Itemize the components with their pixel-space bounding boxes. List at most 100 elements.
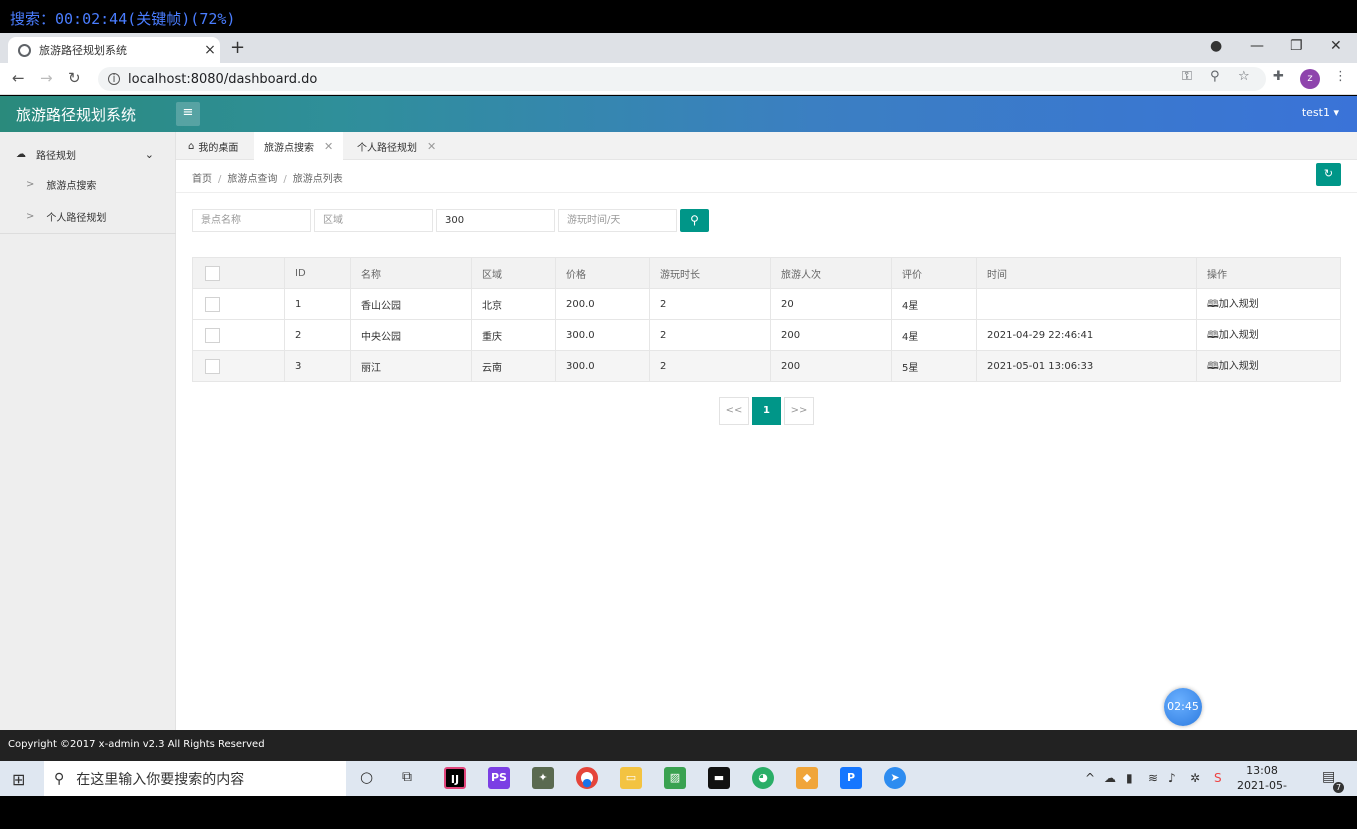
floating-timer[interactable]: 02:45 — [1164, 688, 1202, 726]
breadcrumb-separator: / — [283, 174, 287, 185]
sogou-icon[interactable]: S — [1214, 771, 1222, 785]
restore-button[interactable]: ❐ — [1290, 38, 1303, 54]
add-to-plan-link[interactable]: 🕮加入规划 — [1207, 361, 1259, 372]
browser-tab-strip: 旅游路径规划系统 × + ● — ❐ ✕ — [0, 33, 1357, 63]
sidebar-group-route-planning[interactable]: ☁ 路径规划 ⌄ — [0, 138, 176, 170]
url-field[interactable]: i localhost:8080/dashboard.do — [98, 67, 1266, 91]
footer-copyright: Copyright ©2017 x-admin v2.3 All Rights … — [0, 730, 1357, 761]
tab-my-desktop[interactable]: ⌂ 我的桌面 — [178, 132, 248, 160]
row-checkbox[interactable] — [205, 327, 220, 343]
cell-visits: 200 — [770, 350, 892, 382]
address-bar-row: ← → ↻ i localhost:8080/dashboard.do ⚿ ⚲ … — [0, 63, 1357, 95]
pagination-next[interactable]: >> — [784, 397, 814, 425]
image-app-icon[interactable]: ▨ — [664, 767, 686, 789]
select-all-checkbox[interactable] — [205, 265, 220, 281]
globe-icon — [18, 43, 31, 57]
onedrive-icon[interactable]: ☁ — [1104, 771, 1116, 785]
sidebar-item-label: 旅游点搜索 — [46, 180, 97, 192]
column-header: ID — [284, 257, 351, 289]
table-header-row: ID 名称 区域 价格 游玩时长 旅游人次 评价 时间 操作 — [192, 257, 1341, 289]
tab-search-icon[interactable]: ● — [1210, 38, 1222, 54]
cell-duration: 2 — [649, 319, 771, 351]
sidebar-item-attraction-search[interactable]: > 旅游点搜索 — [0, 168, 176, 200]
breadcrumb-list: 旅游点列表 — [292, 174, 343, 185]
breadcrumb-separator: / — [218, 174, 222, 185]
cell-id: 3 — [284, 350, 351, 382]
attraction-name-input[interactable] — [192, 209, 311, 232]
minimize-button[interactable]: — — [1250, 38, 1264, 54]
divider — [0, 233, 176, 234]
show-hidden-icons-icon[interactable]: ^ — [1085, 771, 1095, 785]
back-arrow-icon[interactable]: ← — [12, 69, 25, 87]
breadcrumb: 首页 / 旅游点查询 / 旅游点列表 — [192, 170, 343, 185]
price-input[interactable] — [436, 209, 555, 232]
p-app-icon[interactable]: P — [840, 767, 862, 789]
wifi-icon[interactable]: ≋ — [1148, 771, 1158, 785]
search-button[interactable]: ⚲ — [680, 209, 709, 232]
more-menu-icon[interactable]: ⋮ — [1334, 69, 1347, 84]
app-diamond-icon[interactable]: ◆ — [796, 767, 818, 789]
key-icon[interactable]: ⚿ — [1182, 69, 1192, 84]
add-to-plan-link[interactable]: 🕮加入规划 — [1207, 330, 1259, 341]
row-checkbox[interactable] — [205, 296, 220, 312]
column-header: 区域 — [471, 257, 556, 289]
play-days-input[interactable] — [558, 209, 677, 232]
file-explorer-icon[interactable]: ▭ — [620, 767, 642, 789]
feishu-icon[interactable]: ➤ — [884, 767, 906, 789]
tab-attraction-search[interactable]: 旅游点搜索 ✕ — [254, 132, 344, 160]
reload-icon[interactable]: ↻ — [68, 69, 81, 87]
close-icon[interactable]: ✕ — [324, 140, 333, 153]
close-tab-icon[interactable]: × — [200, 42, 220, 58]
pagination-current[interactable]: 1 — [752, 397, 781, 425]
task-view-icon[interactable]: ⧉ — [402, 769, 412, 785]
battery-icon[interactable]: ▮ — [1126, 771, 1133, 785]
add-to-plan-link[interactable]: 🕮加入规划 — [1207, 299, 1259, 310]
region-input[interactable] — [314, 209, 433, 232]
divider — [176, 192, 1357, 193]
search-icon: ⚲ — [54, 770, 65, 787]
user-menu[interactable]: test1 ▾ — [1302, 106, 1339, 119]
sidebar-group-label: 路径规划 — [36, 150, 76, 162]
cell-duration: 2 — [649, 288, 771, 320]
info-icon[interactable]: i — [108, 73, 120, 85]
windows-start-icon[interactable]: ⊞ — [12, 770, 25, 789]
column-header: 旅游人次 — [770, 257, 892, 289]
new-tab-button[interactable]: + — [230, 37, 245, 58]
chevron-right-icon: > — [26, 178, 35, 190]
tab-personal-route[interactable]: 个人路径规划 ✕ — [347, 132, 446, 160]
close-icon[interactable]: ✕ — [427, 140, 436, 153]
chevron-down-icon: ⌄ — [144, 147, 154, 161]
wechat-icon[interactable]: ◕ — [752, 767, 774, 789]
zoom-icon[interactable]: ⚲ — [1210, 69, 1220, 84]
terminal-icon[interactable]: ▬ — [708, 767, 730, 789]
cortana-icon[interactable]: ○ — [360, 768, 373, 786]
browser-tab[interactable]: 旅游路径规划系统 × — [8, 37, 220, 63]
menu-toggle-button[interactable]: ≡ — [176, 102, 200, 126]
cell-region: 云南 — [471, 350, 556, 382]
extensions-icon[interactable]: ✚ — [1273, 69, 1284, 84]
breadcrumb-home[interactable]: 首页 — [192, 174, 212, 185]
notification-icon[interactable]: ▤ — [1322, 769, 1335, 785]
checkbox-cell — [192, 288, 285, 320]
taskbar-search-box[interactable]: ⚲ 在这里输入你要搜索的内容 — [44, 761, 346, 796]
intellij-icon[interactable]: IJ — [444, 767, 466, 789]
ime-icon[interactable]: ✲ — [1190, 771, 1200, 785]
phpstorm-icon[interactable]: PS — [488, 767, 510, 789]
volume-icon[interactable]: ♪ — [1168, 771, 1176, 785]
forward-arrow-icon[interactable]: → — [40, 69, 53, 87]
game-app-icon[interactable]: ✦ — [532, 767, 554, 789]
profile-avatar[interactable]: z — [1300, 69, 1320, 89]
row-checkbox[interactable] — [205, 358, 220, 374]
close-window-button[interactable]: ✕ — [1330, 38, 1342, 54]
recording-overlay-text: 搜索：00:02:44(关键帧)(72%) — [0, 0, 1357, 33]
chrome-icon[interactable]: ● — [576, 767, 598, 789]
cell-name: 香山公园 — [350, 288, 472, 320]
pagination-prev[interactable]: << — [719, 397, 749, 425]
app-window: 旅游路径规划系统 ≡ test1 ▾ ☁ 路径规划 ⌄ > 旅游点搜索 > 个人… — [0, 96, 1357, 761]
refresh-button[interactable]: ↻ — [1316, 163, 1341, 186]
breadcrumb-query[interactable]: 旅游点查询 — [227, 174, 277, 185]
sidebar-item-personal-route[interactable]: > 个人路径规划 — [0, 200, 176, 232]
column-header: 价格 — [555, 257, 650, 289]
cell-duration: 2 — [649, 350, 771, 382]
star-icon[interactable]: ☆ — [1238, 69, 1250, 84]
